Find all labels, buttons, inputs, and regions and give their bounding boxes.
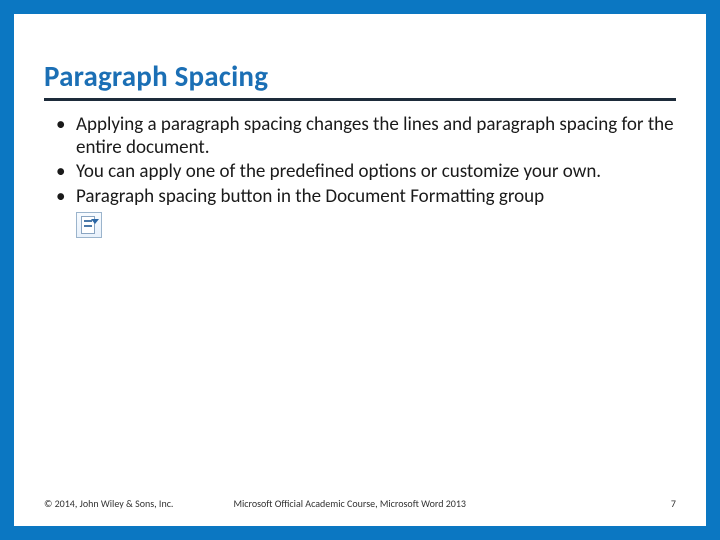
bullet-item: Applying a paragraph spacing changes the… — [52, 113, 676, 159]
bullet-item: Paragraph spacing button in the Document… — [52, 185, 676, 208]
page-number: 7 — [671, 497, 676, 510]
copyright-text: © 2014, John Wiley & Sons, Inc. — [44, 497, 173, 510]
icon-container — [76, 212, 676, 243]
bullet-item: You can apply one of the predefined opti… — [52, 160, 676, 183]
footer: © 2014, John Wiley & Sons, Inc. Microsof… — [44, 497, 676, 510]
title-underline — [44, 98, 676, 101]
paragraph-spacing-icon — [76, 212, 102, 238]
content-area: Applying a paragraph spacing changes the… — [44, 113, 676, 243]
slide-title: Paragraph Spacing — [44, 58, 676, 96]
bullet-list: Applying a paragraph spacing changes the… — [44, 113, 676, 208]
course-text: Microsoft Official Academic Course, Micr… — [233, 497, 670, 510]
slide: Paragraph Spacing Applying a paragraph s… — [0, 0, 720, 540]
